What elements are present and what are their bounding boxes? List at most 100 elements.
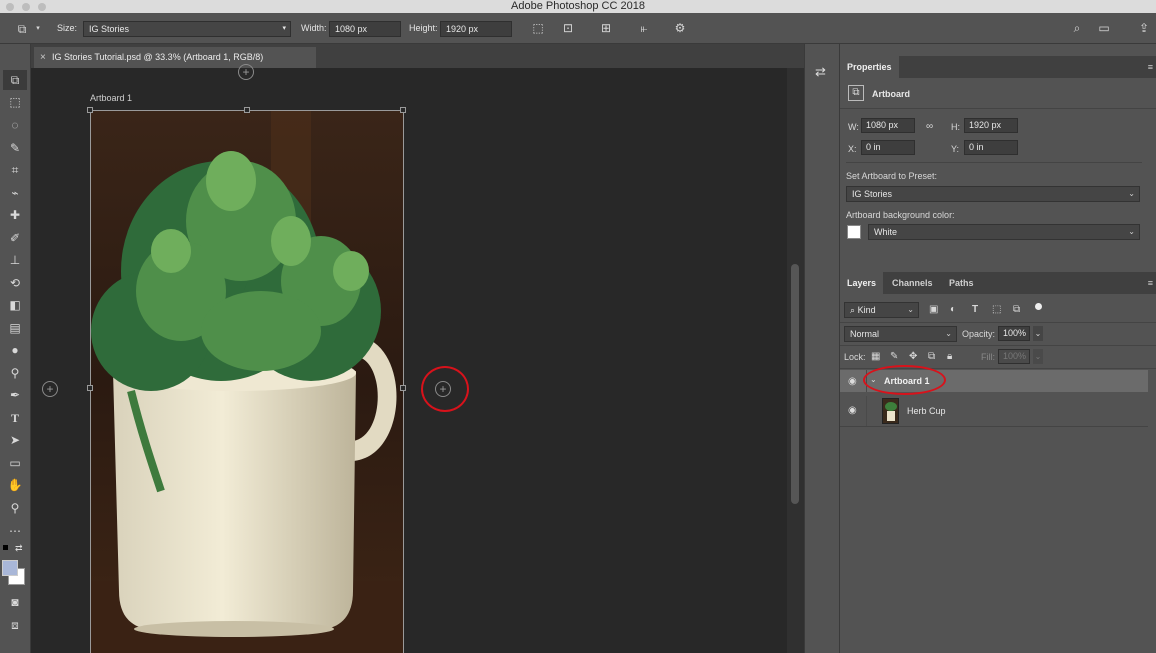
filter-toggle-icon[interactable]	[1035, 303, 1042, 310]
search-icon[interactable]: ⌕	[1069, 21, 1085, 35]
move-artboard-tool-icon[interactable]: ⧉	[3, 70, 27, 90]
pen-tool-icon[interactable]: ✒	[3, 385, 27, 405]
blend-mode-select[interactable]: Normal ⌄	[844, 326, 957, 342]
link-icon[interactable]: ∞	[926, 121, 933, 132]
rectangle-tool-icon[interactable]: ▭	[3, 453, 27, 473]
right-panels: Properties ≡ ⧉ Artboard W: 1080 px ∞ H: …	[839, 44, 1156, 653]
size-select[interactable]: IG Stories ▾	[83, 21, 291, 37]
history-brush-tool-icon[interactable]: ⟲	[3, 273, 27, 293]
chevron-down-icon[interactable]: ⌄	[1033, 326, 1043, 341]
chevron-down-icon[interactable]: ▾	[34, 22, 42, 36]
brush-tool-icon[interactable]: ✐	[3, 228, 27, 248]
eyedropper-tool-icon[interactable]: ⌁	[3, 183, 27, 203]
resize-handle[interactable]	[87, 385, 93, 391]
scrollbar-thumb[interactable]	[791, 264, 799, 504]
fill-input[interactable]: 100%	[998, 349, 1030, 364]
close-window-button[interactable]	[6, 3, 14, 11]
zoom-window-button[interactable]	[38, 3, 46, 11]
chevron-down-icon[interactable]: ⌄	[1033, 349, 1043, 364]
artboard-tool-icon[interactable]: ⧉	[12, 22, 32, 36]
crop-tool-icon[interactable]: ⌗	[3, 160, 27, 180]
divider	[840, 345, 1156, 346]
healing-brush-tool-icon[interactable]: ✚	[3, 205, 27, 225]
width-input[interactable]: 1080 px	[329, 21, 401, 37]
gradient-tool-icon[interactable]: ▤	[3, 318, 27, 338]
bg-color-swatch[interactable]	[847, 225, 861, 239]
height-input[interactable]: 1920 px	[440, 21, 512, 37]
bg-color-select[interactable]: White ⌄	[868, 224, 1140, 240]
title-bar: Adobe Photoshop CC 2018	[0, 0, 1156, 13]
resize-handle[interactable]	[400, 107, 406, 113]
make-portrait-icon[interactable]: ⬚	[530, 21, 546, 35]
artboard-y-input[interactable]: 0 in	[964, 140, 1018, 155]
workspace-icon[interactable]: ▭	[1096, 21, 1112, 35]
quick-selection-tool-icon[interactable]: ✎	[3, 138, 27, 158]
gear-icon[interactable]: ⚙	[672, 21, 688, 35]
bg-color-label: Artboard background color:	[846, 210, 955, 220]
resize-handle[interactable]	[244, 107, 250, 113]
artboard-x-input[interactable]: 0 in	[861, 140, 915, 155]
layer-filter-kind[interactable]: ⌕ Kind ⌄	[844, 302, 919, 318]
layer-row-herb-cup[interactable]: ◉ Herb Cup	[840, 396, 1148, 426]
tab-layers[interactable]: Layers	[840, 272, 884, 294]
make-landscape-icon[interactable]: ⊡	[560, 21, 576, 35]
tab-channels[interactable]: Channels	[885, 272, 940, 294]
eraser-tool-icon[interactable]: ◧	[3, 295, 27, 315]
foreground-color-swatch[interactable]	[2, 560, 18, 576]
close-tab-icon[interactable]: ×	[40, 47, 46, 68]
artboard-frame	[90, 110, 404, 653]
more-tools-icon[interactable]: ⋯	[3, 521, 27, 541]
eye-icon[interactable]: ◉	[848, 376, 857, 387]
filter-shape-icon[interactable]: ⬚	[992, 304, 1001, 315]
lock-pixels-icon[interactable]: ✎	[890, 351, 898, 362]
chevron-down-icon: ⌄	[1128, 227, 1135, 236]
quick-mask-icon[interactable]: ◙	[3, 592, 27, 612]
lasso-tool-icon[interactable]: ◌	[3, 115, 27, 135]
lock-all-icon[interactable]: 🔒︎	[947, 351, 952, 362]
artboard-width-input[interactable]: 1080 px	[861, 118, 915, 133]
lock-artboard-icon[interactable]: ⧉	[928, 351, 935, 362]
opacity-input[interactable]: 100%	[998, 326, 1030, 341]
vertical-scrollbar[interactable]	[787, 68, 804, 653]
add-artboard-icon[interactable]: ⊞	[598, 21, 614, 35]
add-artboard-top-button[interactable]: +	[238, 64, 254, 80]
screen-mode-icon[interactable]: ⧈	[3, 615, 27, 635]
share-icon[interactable]: ⇪	[1136, 21, 1152, 35]
artboard-preset-select[interactable]: IG Stories ⌄	[846, 186, 1140, 202]
type-tool-icon[interactable]: T	[3, 408, 27, 428]
panel-icon-strip: ⇄	[804, 44, 839, 653]
minimize-window-button[interactable]	[22, 3, 30, 11]
zoom-tool-icon[interactable]: ⚲	[3, 498, 27, 518]
lock-transparent-icon[interactable]: ▦	[871, 351, 880, 362]
history-panel-icon[interactable]: ⇄	[815, 64, 826, 80]
filter-pixel-icon[interactable]: ▣	[929, 304, 938, 315]
tab-properties[interactable]: Properties	[840, 56, 899, 78]
hand-tool-icon[interactable]: ✋	[3, 475, 27, 495]
lock-position-icon[interactable]: ✥	[909, 351, 917, 362]
marquee-tool-icon[interactable]: ⬚	[3, 92, 27, 112]
path-selection-tool-icon[interactable]: ➤	[3, 430, 27, 450]
clone-stamp-tool-icon[interactable]: ⊥	[3, 250, 27, 270]
resize-handle[interactable]	[87, 107, 93, 113]
artboard-label[interactable]: Artboard 1	[90, 93, 132, 103]
width-label: Width:	[301, 23, 327, 33]
document-tab-bar: × IG Stories Tutorial.psd @ 33.3% (Artbo…	[31, 44, 804, 68]
artboard-height-input[interactable]: 1920 px	[964, 118, 1018, 133]
document-tab-title: IG Stories Tutorial.psd @ 33.3% (Artboar…	[52, 52, 264, 62]
tab-paths[interactable]: Paths	[942, 272, 981, 294]
default-colors-icon[interactable]	[3, 545, 8, 550]
filter-type-icon[interactable]: T	[972, 304, 978, 315]
panel-menu-icon[interactable]: ≡	[1148, 62, 1153, 72]
panel-menu-icon[interactable]: ≡	[1148, 278, 1153, 288]
align-icon[interactable]: ⫦	[636, 21, 652, 35]
dodge-tool-icon[interactable]: ⚲	[3, 363, 27, 383]
swap-colors-icon[interactable]: ⇄	[15, 543, 23, 554]
filter-adjustment-icon[interactable]: ◐	[950, 304, 956, 315]
filter-smart-object-icon[interactable]: ⧉	[1013, 304, 1020, 315]
chevron-down-icon: ⌄	[907, 305, 914, 314]
blur-tool-icon[interactable]: ●	[3, 340, 27, 360]
resize-handle[interactable]	[400, 385, 406, 391]
document-tab[interactable]: × IG Stories Tutorial.psd @ 33.3% (Artbo…	[34, 47, 316, 68]
eye-icon[interactable]: ◉	[848, 405, 857, 416]
add-artboard-left-button[interactable]: +	[42, 381, 58, 397]
